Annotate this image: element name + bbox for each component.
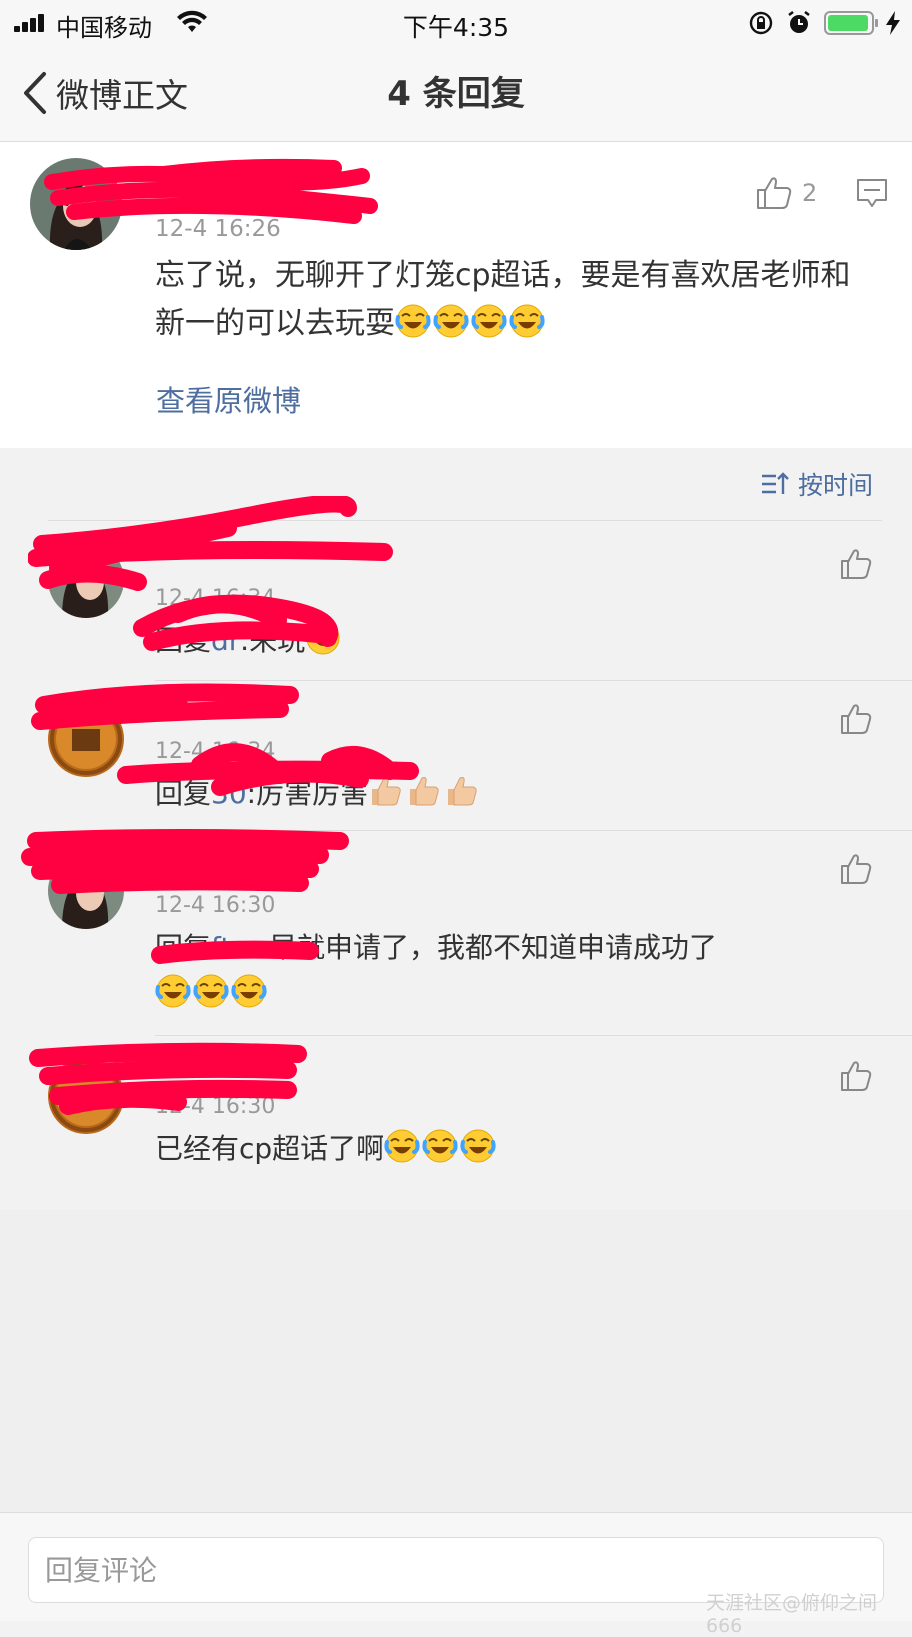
orientation-lock-icon xyxy=(749,11,773,35)
sort-icon xyxy=(762,472,789,494)
reply-time: 12-4 16:30 xyxy=(155,1094,276,1119)
avatar[interactable] xyxy=(48,701,124,777)
reply-prefix: 回复 xyxy=(155,931,212,964)
charging-bolt-icon xyxy=(886,11,900,35)
laughing-crying-face-emoji-icon xyxy=(384,1128,420,1164)
reply-item: 12-4 16:30 已经有cp超话了啊 xyxy=(0,1036,912,1210)
avatar[interactable] xyxy=(48,1058,124,1134)
laughing-crying-face-emoji-icon xyxy=(433,303,469,339)
laughing-crying-face-emoji-icon xyxy=(509,303,545,339)
reply-time: 12-4 16:34 xyxy=(155,586,276,611)
original-comment: 12-4 16:26 2 忘了说，无聊开了灯笼cp超话，要是有喜欢居老师和新一的… xyxy=(0,142,912,448)
sort-by-time-button[interactable]: 按时间 xyxy=(760,466,873,502)
thumbs-up-emoji-icon xyxy=(368,773,404,809)
emoji-row xyxy=(305,621,343,657)
like-count: 2 xyxy=(802,179,818,207)
thumbs-up-outline-icon[interactable] xyxy=(840,548,872,580)
thumbs-up-outline-icon[interactable] xyxy=(840,703,872,735)
thumbs-up-emoji-icon xyxy=(406,773,442,809)
thumbs-up-outline-icon[interactable] xyxy=(840,1060,872,1092)
reply-prefix: 回复 xyxy=(155,777,212,810)
laughing-crying-face-emoji-icon xyxy=(193,973,229,1009)
reply-text-body: 已经有cp超话了啊 xyxy=(155,1132,385,1165)
reply-time: 12-4 16:30 xyxy=(155,893,276,918)
reply-time: 12-4 16:34 xyxy=(155,739,276,764)
thumbs-up-outline-icon[interactable] xyxy=(840,853,872,885)
comment-time: 12-4 16:26 xyxy=(155,216,281,242)
thumbs-up-outline-icon xyxy=(757,177,792,209)
laughing-crying-face-emoji-icon xyxy=(231,973,267,1009)
reply-text: 已经有cp超话了啊 xyxy=(155,1126,855,1172)
reply-text-body: :早就申请了，我都不知道申请成功了 xyxy=(259,931,718,964)
avatar[interactable] xyxy=(48,542,124,618)
view-original-weibo-link[interactable]: 查看原微博 xyxy=(156,378,301,420)
thumbs-up-emoji-icon xyxy=(444,773,480,809)
comment-text: 忘了说，无聊开了灯笼cp超话，要是有喜欢居老师和新一的可以去玩耍 xyxy=(155,252,855,348)
laughing-crying-face-emoji-icon xyxy=(460,1128,496,1164)
battery-icon xyxy=(824,11,878,35)
mention-link[interactable]: 30 xyxy=(211,777,247,810)
watermark: 天涯社区@俯仰之间666 xyxy=(706,1592,878,1637)
sort-label: 按时间 xyxy=(798,471,874,500)
emoji-row xyxy=(395,303,547,341)
reply-text: 回复dr:来玩 xyxy=(155,618,855,664)
reply-comment-icon[interactable] xyxy=(856,178,888,208)
grinning-face-emoji-icon xyxy=(305,620,341,656)
status-bar: 中国移动 下午4:35 xyxy=(0,0,912,46)
reply-text: 回复30:厉害厉害 xyxy=(155,771,855,817)
reply-item: 12-4 16:30 回复fter:早就申请了，我都不知道申请成功了 xyxy=(0,829,912,1035)
avatar[interactable] xyxy=(48,853,124,929)
reply-text-body: :来玩 xyxy=(239,624,306,657)
reply-text-body: :厉害厉害 xyxy=(246,777,369,810)
mention-link[interactable]: fter xyxy=(211,931,260,964)
page-title: 4 条回复 xyxy=(387,74,525,114)
avatar[interactable] xyxy=(30,158,122,250)
laughing-crying-face-emoji-icon xyxy=(422,1128,458,1164)
reply-prefix: 回复 xyxy=(155,624,212,657)
reply-text: 回复fter:早就申请了，我都不知道申请成功了 xyxy=(155,925,855,1017)
navigation-bar: 微博正文 4 条回复 xyxy=(0,46,912,142)
empty-area xyxy=(0,1210,912,1512)
reply-item: 12-4 16:34 回复dr:来玩 xyxy=(0,496,912,680)
laughing-crying-face-emoji-icon xyxy=(471,303,507,339)
alarm-clock-icon xyxy=(788,11,810,33)
divider xyxy=(48,520,882,521)
emoji-row xyxy=(155,974,269,1010)
like-button[interactable]: 2 xyxy=(756,176,817,210)
laughing-crying-face-emoji-icon xyxy=(155,973,191,1009)
laughing-crying-face-emoji-icon xyxy=(395,303,431,339)
clock-time: 下午4:35 xyxy=(402,13,510,42)
mention-link[interactable]: dr xyxy=(211,624,240,657)
reply-item: 12-4 16:34 回复30:厉害厉害 xyxy=(0,681,912,830)
emoji-row xyxy=(384,1129,498,1165)
emoji-row xyxy=(368,777,482,810)
